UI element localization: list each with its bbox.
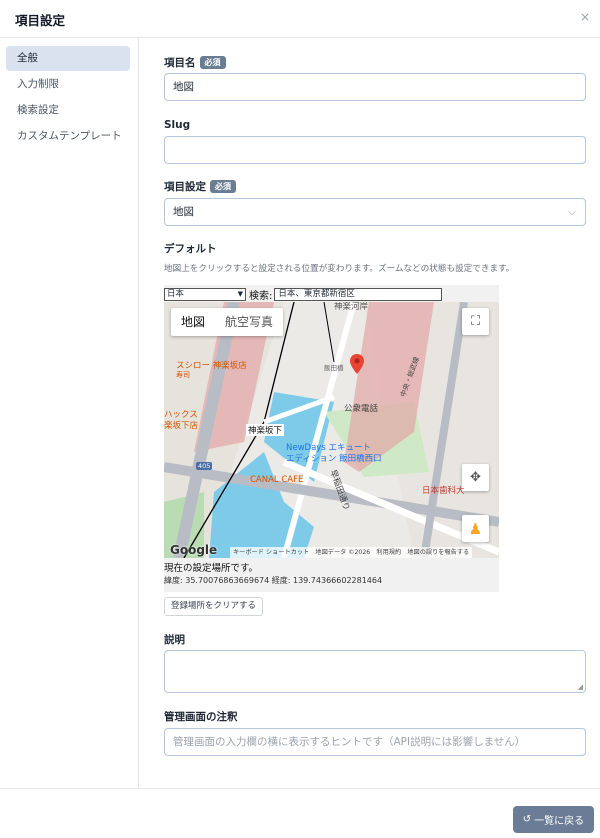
admin-note-input[interactable]: 管理画面の入力欄の横に表示するヒントです（API説明には影響しません） (164, 728, 586, 756)
field-name-label: 項目名 必須 (164, 55, 226, 70)
default-label: デフォルト (164, 243, 217, 255)
sidebar-item-input-limits[interactable]: 入力制限 (6, 72, 130, 97)
map-label-sushiro-sub: 寿司 (176, 371, 190, 379)
map-tiles (164, 302, 499, 558)
sidebar-item-general[interactable]: 全般 (6, 46, 130, 71)
default-help-text: 地図上をクリックすると設定される位置が変わります。ズームなどの状態も設定できます… (164, 264, 515, 274)
map-label-nihon: 日本歯科大 (422, 486, 465, 496)
map-search-bar: 日本 ▼ 検索: 日本、東京都新宿区 (164, 287, 443, 302)
field-type-select[interactable]: 地図 ⌵ (164, 198, 586, 226)
country-value: 日本 (167, 288, 185, 299)
required-badge: 必須 (199, 56, 226, 69)
map-label-koshu: 公衆電話 (344, 404, 379, 414)
dropdown-arrow-icon: ▼ (237, 289, 243, 298)
settings-main: 項目名 必須 地図 Slug 項目設定 必須 地図 ⌵ デフォルト 地図上をクリ… (140, 38, 600, 788)
field-type-label-text: 項目設定 (164, 181, 206, 193)
chevron-down-icon: ⌵ (568, 207, 576, 218)
map-current-location-text: 現在の設定場所です。 (164, 563, 259, 574)
sidebar-item-search-settings[interactable]: 検索設定 (6, 98, 130, 123)
map-attribution: キーボード ショートカット 地図データ ©2026 利用規約 地図の誤りを報告す… (230, 547, 473, 558)
fullscreen-icon[interactable]: ⛶ (462, 308, 489, 335)
admin-note-label: 管理画面の注釈 (164, 711, 238, 723)
back-to-list-button[interactable]: ↺ 一覧に戻る (513, 806, 594, 833)
map-label-iidabashi: 飯田橋 (324, 364, 344, 372)
close-icon[interactable]: × (580, 10, 590, 24)
slug-label: Slug (164, 119, 191, 131)
map-type-control: 地図 航空写真 (171, 308, 284, 336)
undo-icon: ↺ (522, 814, 532, 825)
camera-control-icon[interactable]: ✥ (462, 464, 489, 491)
settings-sidebar: 全般 入力制限 検索設定 カスタムテンプレート (0, 38, 139, 788)
admin-note-placeholder: 管理画面の入力欄の横に表示するヒントです（API説明には影響しません） (173, 736, 526, 748)
clear-location-button[interactable]: 登録場所をクリアする (164, 597, 264, 616)
map-search-input[interactable]: 日本、東京都新宿区 (274, 287, 443, 301)
map-label-kagurazaka-river: 神楽河岸 (334, 302, 369, 312)
map-label-kagurazakashita: 神楽坂下 (246, 424, 285, 436)
pegman-icon[interactable]: ♟ (462, 515, 489, 542)
map-label-hacks2: 楽坂下店 (164, 421, 199, 431)
map-coordinates: 緯度: 35.70076863669674 経度: 139.7436660228… (164, 576, 383, 585)
field-name-label-text: 項目名 (164, 57, 196, 69)
required-badge: 必須 (210, 180, 236, 193)
field-name-input[interactable]: 地図 (164, 73, 586, 101)
modal-footer: ↺ 一覧に戻る (0, 788, 600, 838)
slug-input[interactable] (164, 136, 586, 164)
map-search-label: 検索: (249, 290, 273, 302)
modal-title: 項目設定 (15, 13, 66, 28)
google-logo: Google (170, 543, 218, 557)
map-label-canal: CANAL CAFE (250, 475, 304, 485)
map-canvas[interactable]: 地図 航空写真 ⛶ ✥ ♟ 神楽河岸 スシロー 神楽坂店 寿司 ハックス 楽坂下… (164, 302, 499, 558)
modal-header: 項目設定 × (0, 0, 600, 38)
resize-handle-icon[interactable]: ◢ (578, 683, 583, 691)
sidebar-item-custom-template[interactable]: カスタムテンプレート (6, 124, 130, 149)
map-type-satellite-button[interactable]: 航空写真 (215, 308, 283, 336)
country-select[interactable]: 日本 ▼ (164, 287, 246, 301)
route-shield: 405 (196, 462, 213, 470)
back-to-list-label: 一覧に戻る (534, 816, 585, 827)
map-widget: 日本 ▼ 検索: 日本、東京都新宿区 地図 航空写真 ⛶ ✥ ♟ 神楽河岸 スシ… (164, 285, 499, 592)
field-type-label: 項目設定 必須 (164, 179, 236, 194)
field-type-value: 地図 (173, 206, 194, 218)
map-marker-icon[interactable] (350, 354, 364, 374)
map-label-newdays2: エディション 飯田橋西口 (286, 454, 382, 464)
description-textarea[interactable]: ◢ (164, 650, 586, 693)
description-label: 説明 (164, 634, 185, 646)
map-type-map-button[interactable]: 地図 (171, 308, 215, 336)
